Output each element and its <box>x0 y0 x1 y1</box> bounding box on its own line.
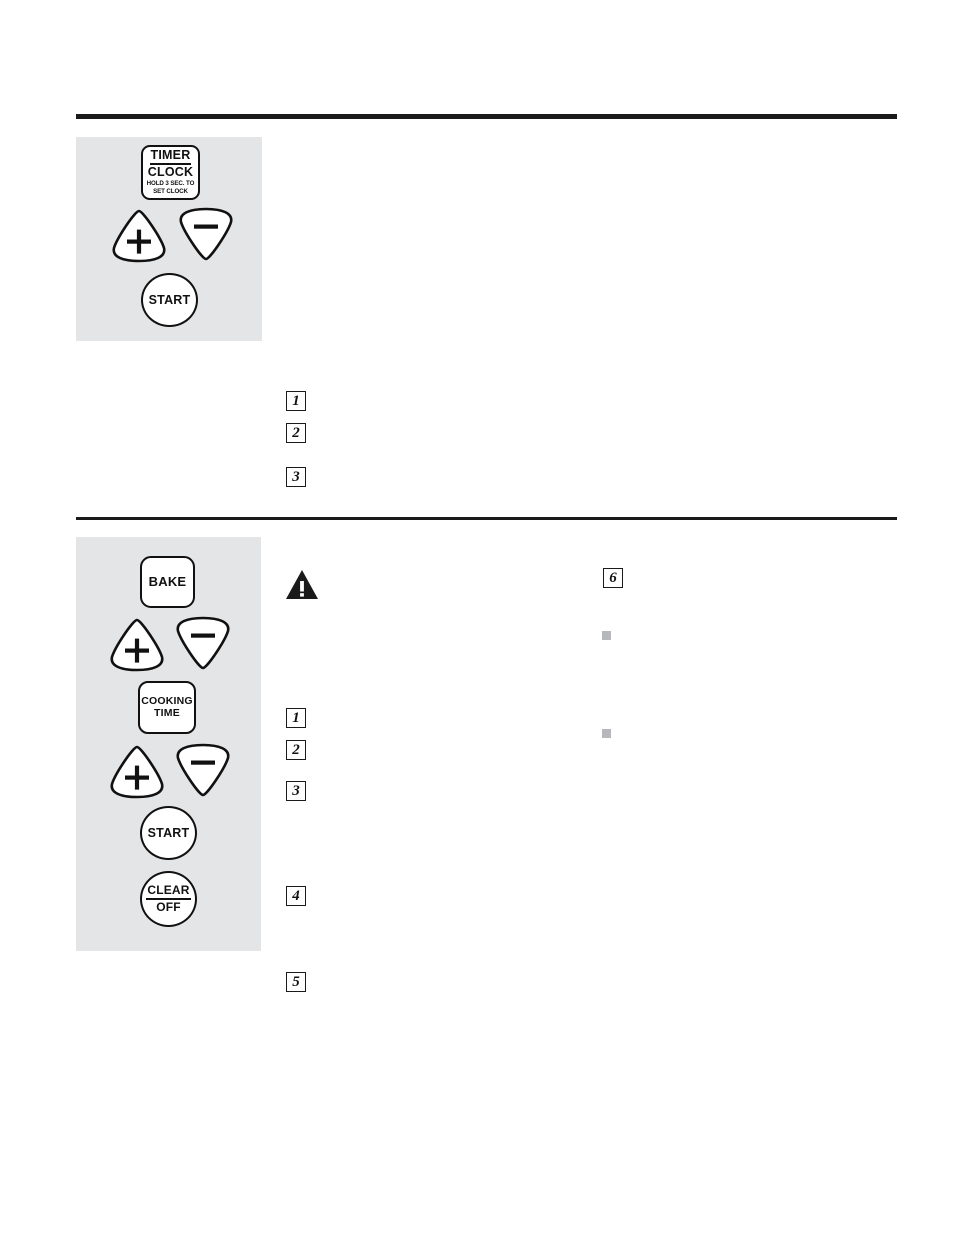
bake-minus-button[interactable] <box>174 615 232 671</box>
step-marker-1: 1 <box>286 391 306 411</box>
timer-clock-button[interactable]: TIMER CLOCK HOLD 3 SEC. TO SET CLOCK <box>141 145 200 200</box>
timer-clock-line-hold: HOLD 3 SEC. TO <box>146 179 195 187</box>
clear-off-line-off: OFF <box>156 900 181 915</box>
bake-start-button[interactable]: START <box>140 806 197 860</box>
square-bullet-2 <box>602 729 611 738</box>
cooking-time-line-2: TIME <box>154 706 180 719</box>
bake-step-marker-1: 1 <box>286 708 306 728</box>
cooking-time-minus-button[interactable] <box>174 742 232 798</box>
cooking-time-plus-button[interactable] <box>108 744 166 800</box>
bake-start-label: START <box>147 825 190 840</box>
top-divider-rule <box>76 114 897 119</box>
bake-button[interactable]: BAKE <box>140 556 195 608</box>
timer-clock-line-timer: TIMER <box>149 148 192 166</box>
step-marker-3: 3 <box>286 467 306 487</box>
square-bullet-1 <box>602 631 611 640</box>
step-marker-2: 2 <box>286 423 306 443</box>
clear-off-line-clear: CLEAR <box>146 884 191 900</box>
bake-step-marker-5: 5 <box>286 972 306 992</box>
bake-plus-button[interactable] <box>108 617 166 673</box>
bake-step-marker-3: 3 <box>286 781 306 801</box>
timer-clock-line-setclock: SET CLOCK <box>153 188 188 196</box>
timer-clock-line-clock: CLOCK <box>147 165 194 180</box>
clear-off-button[interactable]: CLEAR OFF <box>140 871 197 927</box>
middle-divider-rule <box>76 517 897 520</box>
warning-triangle-icon <box>285 569 319 601</box>
timer-minus-button[interactable] <box>177 206 235 262</box>
timer-start-button[interactable]: START <box>141 273 198 327</box>
bake-step-marker-6: 6 <box>603 568 623 588</box>
manual-page: TIMER CLOCK HOLD 3 SEC. TO SET CLOCK STA… <box>0 0 954 1235</box>
timer-plus-button[interactable] <box>110 208 168 264</box>
bake-label: BAKE <box>148 574 187 590</box>
cooking-time-line-1: COOKING <box>141 694 193 707</box>
cooking-time-button[interactable]: COOKING TIME <box>138 681 196 734</box>
bake-step-marker-2: 2 <box>286 740 306 760</box>
timer-start-label: START <box>148 292 191 307</box>
bake-step-marker-4: 4 <box>286 886 306 906</box>
